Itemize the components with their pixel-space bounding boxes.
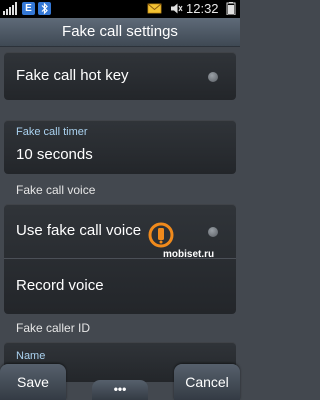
timer-setting[interactable]: Fake call timer 10 seconds: [4, 120, 236, 174]
record-voice-row[interactable]: Record voice: [4, 259, 236, 314]
record-voice-label: Record voice: [16, 277, 104, 294]
cancel-button[interactable]: Cancel: [174, 364, 240, 400]
signal-icon: [3, 2, 17, 15]
mail-icon: [147, 3, 162, 14]
caller-name-caption: Name: [16, 350, 46, 362]
hot-key-toggle[interactable]: [208, 72, 218, 82]
timer-caption: Fake call timer: [16, 126, 88, 138]
use-voice-toggle[interactable]: [208, 227, 218, 237]
status-bar: E 12:32: [0, 0, 240, 18]
mute-icon: [171, 3, 183, 14]
timer-value: 10 seconds: [16, 146, 93, 163]
caller-section-header: Fake caller ID: [16, 321, 91, 335]
page-title: Fake call settings: [0, 18, 240, 47]
edge-network-icon: E: [22, 2, 35, 15]
bluetooth-icon: [38, 2, 51, 15]
more-options-button[interactable]: •••: [92, 380, 148, 400]
hot-key-label: Fake call hot key: [16, 67, 129, 84]
bottom-bar: Save ••• Cancel: [0, 364, 240, 400]
save-button[interactable]: Save: [0, 364, 66, 400]
use-voice-label: Use fake call voice: [16, 222, 142, 239]
watermark-logo-icon: [148, 222, 174, 248]
hot-key-setting[interactable]: Fake call hot key: [4, 52, 236, 100]
watermark-text: mobiset.ru: [163, 249, 215, 260]
voice-section-header: Fake call voice: [16, 183, 96, 197]
battery-icon: [226, 2, 236, 15]
clock: 12:32: [186, 1, 219, 16]
